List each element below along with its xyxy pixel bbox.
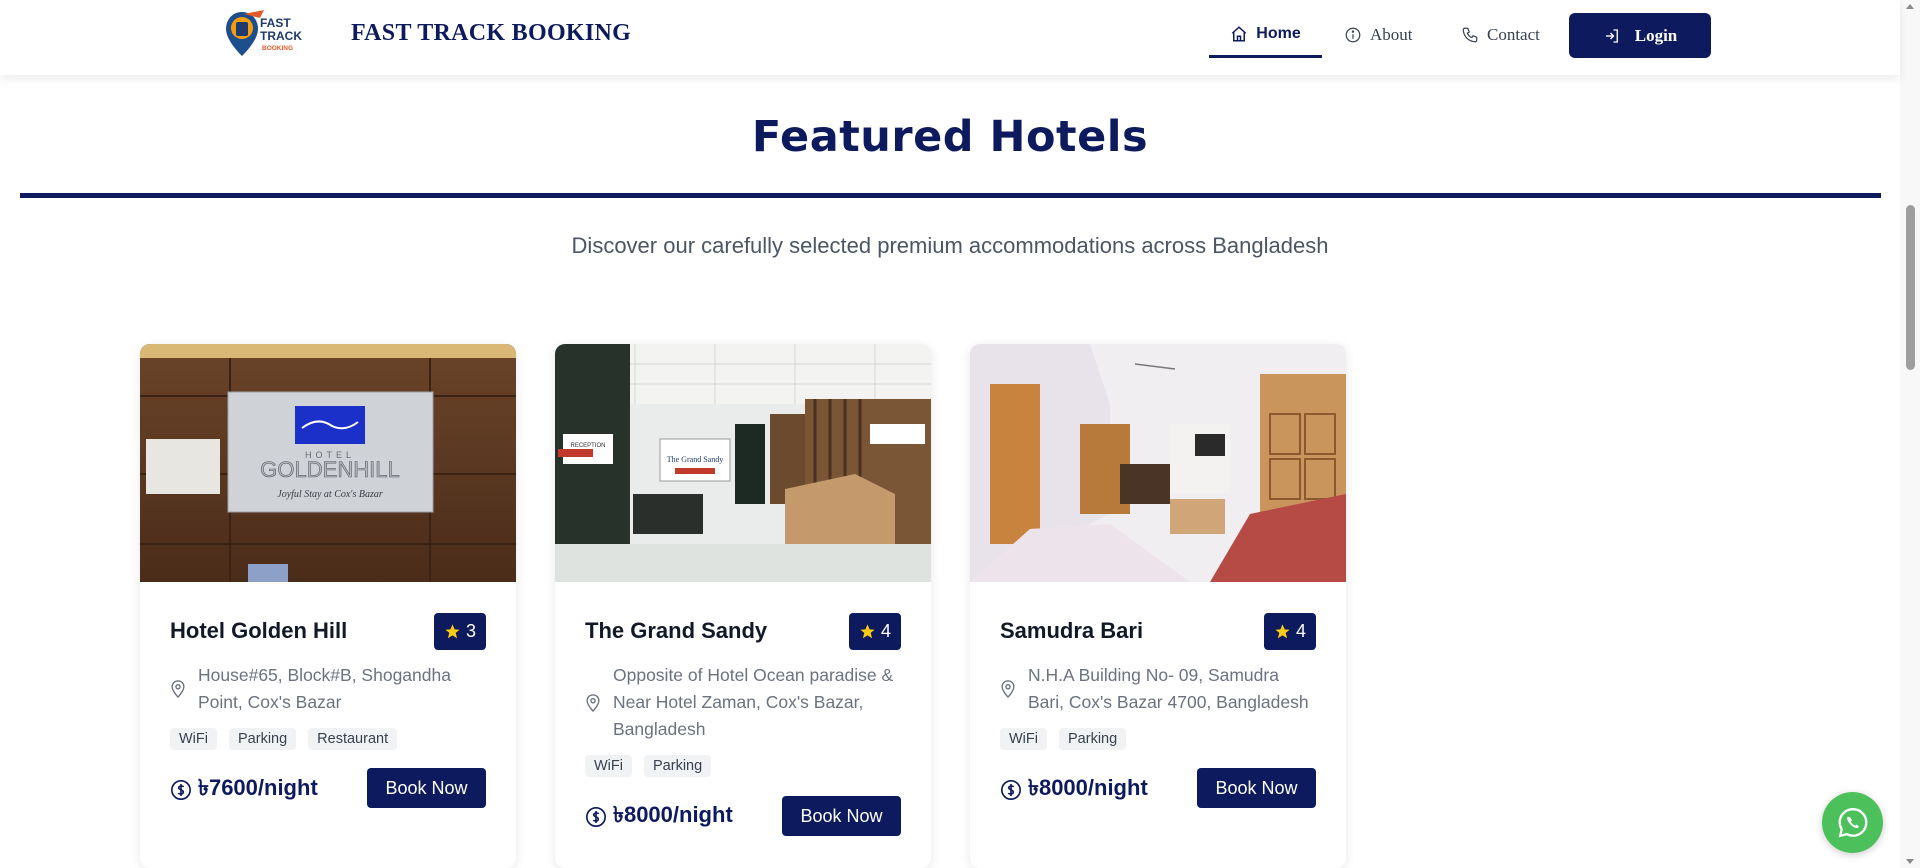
sign-reception: RECEPTION [570, 443, 605, 449]
location-pin-icon [171, 680, 185, 698]
whatsapp-icon [1838, 807, 1867, 837]
dollar-circle-icon [171, 779, 191, 800]
phone-icon [1462, 27, 1478, 43]
hotel-image[interactable]: RECEPTION The Grand Sandy [555, 344, 931, 582]
login-button[interactable]: Login [1569, 13, 1711, 58]
amenity-tags: WiFi Parking [1000, 728, 1127, 750]
price-text: ৳8000/night [1028, 775, 1148, 800]
sign-line2: GOLDENHILL [260, 457, 399, 482]
hotel-image[interactable] [970, 344, 1346, 582]
address-text: N.H.A Building No- 09, Samudra Bari, Cox… [1028, 665, 1309, 712]
hotel-address: N.H.A Building No- 09, Samudra Bari, Cox… [1000, 662, 1316, 716]
scroll-up-arrow[interactable] [1906, 4, 1914, 9]
section-title: Featured Hotels [751, 112, 1149, 162]
price-text: ৳8000/night [613, 802, 733, 827]
home-icon [1232, 25, 1247, 41]
section-divider [20, 193, 1881, 198]
hotel-card[interactable]: HOTEL GOLDENHILL Joyful Stay at Cox's Ba… [140, 344, 516, 868]
amenity-tags: WiFi Parking Restaurant [170, 728, 398, 750]
location-pin-icon [1001, 680, 1015, 698]
book-now-button[interactable]: Book Now [782, 796, 901, 836]
rating-value: 4 [1295, 621, 1306, 641]
nav-contact-label: Contact [1487, 25, 1540, 44]
logo-text-fast: FAST [260, 16, 291, 30]
whatsapp-button[interactable] [1822, 792, 1883, 853]
sign-line3: Joyful Stay at Cox's Bazar [277, 489, 383, 500]
nav-contact[interactable]: Contact [1461, 12, 1540, 58]
login-icon [1605, 28, 1618, 43]
site-header: FAST TRACK BOOKING FAST TRACK BOOKING Ho… [0, 0, 1900, 75]
page-scrollbar[interactable] [1900, 0, 1920, 868]
amenity-tags: WiFi Parking [585, 755, 712, 777]
hotel-address: Opposite of Hotel Ocean paradise & Near … [585, 662, 901, 743]
dollar-circle-icon [586, 806, 606, 827]
hotel-address: House#65, Block#B, Shogandha Point, Cox'… [170, 662, 486, 716]
info-icon [1345, 27, 1361, 43]
star-icon [1275, 624, 1290, 639]
hotel-name[interactable]: The Grand Sandy [585, 618, 767, 644]
logo[interactable]: FAST TRACK BOOKING [224, 8, 312, 60]
price-text: ৳7600/night [198, 775, 318, 800]
location-pin-icon [586, 693, 600, 712]
sign-grand-sandy: The Grand Sandy [667, 455, 723, 464]
hotel-image[interactable]: HOTEL GOLDENHILL Joyful Stay at Cox's Ba… [140, 344, 516, 582]
hotel-name[interactable]: Samudra Bari [1000, 618, 1143, 644]
login-label: Login [1634, 25, 1678, 45]
hotel-price: ৳8000/night [1000, 771, 1148, 808]
star-icon [860, 624, 875, 639]
scroll-down-arrow[interactable] [1906, 859, 1914, 864]
address-text: Opposite of Hotel Ocean paradise & Near … [613, 665, 894, 739]
amenity-tag: Parking [1059, 728, 1127, 750]
nav-home[interactable]: Home [1209, 12, 1322, 58]
hotel-price: ৳8000/night [585, 798, 733, 835]
rating-badge: 4 [848, 613, 901, 650]
book-now-button[interactable]: Book Now [367, 768, 486, 808]
star-icon [445, 624, 460, 639]
section-subtitle: Discover our carefully selected premium … [571, 233, 1329, 258]
amenity-tag: Restaurant [308, 728, 398, 750]
logo-text-track: TRACK [260, 29, 302, 43]
nav-home-label: Home [1256, 24, 1301, 42]
logo-text-booking: BOOKING [262, 45, 293, 52]
amenity-tag: WiFi [585, 755, 632, 777]
hotel-name[interactable]: Hotel Golden Hill [170, 618, 347, 644]
rating-badge: 4 [1263, 613, 1316, 650]
hotel-card[interactable]: Samudra Bari 4 N.H.A Building No- 09, Sa… [970, 344, 1346, 868]
rating-badge: 3 [433, 613, 486, 650]
dollar-circle-icon [1001, 779, 1021, 800]
amenity-tag: Parking [644, 755, 712, 777]
amenity-tag: Parking [229, 728, 297, 750]
scroll-thumb[interactable] [1906, 205, 1915, 370]
nav-about-label: About [1370, 25, 1413, 44]
amenity-tag: WiFi [170, 728, 217, 750]
brand-name[interactable]: FAST TRACK BOOKING [351, 20, 631, 47]
book-now-button[interactable]: Book Now [1197, 768, 1316, 808]
amenity-tag: WiFi [1000, 728, 1047, 750]
nav-about[interactable]: About [1344, 12, 1413, 58]
rating-value: 4 [880, 621, 891, 641]
hotel-card[interactable]: RECEPTION The Grand Sandy The Grand Sand… [555, 344, 931, 868]
hotel-price: ৳7600/night [170, 771, 318, 808]
address-text: House#65, Block#B, Shogandha Point, Cox'… [198, 665, 451, 712]
rating-value: 3 [465, 621, 476, 641]
